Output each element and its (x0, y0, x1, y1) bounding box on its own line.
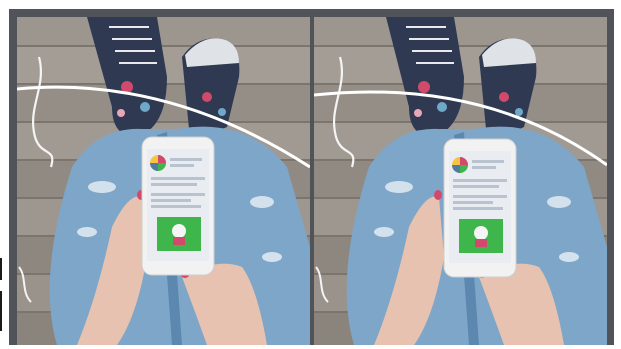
photo-right (314, 17, 607, 345)
photo-panel-left (17, 17, 310, 345)
photo-panel-right (314, 17, 607, 345)
edge-tick-bottom (0, 291, 2, 331)
photo-sheet (9, 9, 614, 345)
photo-left (17, 17, 310, 345)
app-logo-icon (452, 157, 468, 173)
image-frame (0, 0, 621, 349)
edge-tick-top (0, 258, 2, 280)
app-logo-icon (150, 155, 166, 171)
smartphone (141, 136, 215, 276)
smartphone (443, 138, 517, 278)
